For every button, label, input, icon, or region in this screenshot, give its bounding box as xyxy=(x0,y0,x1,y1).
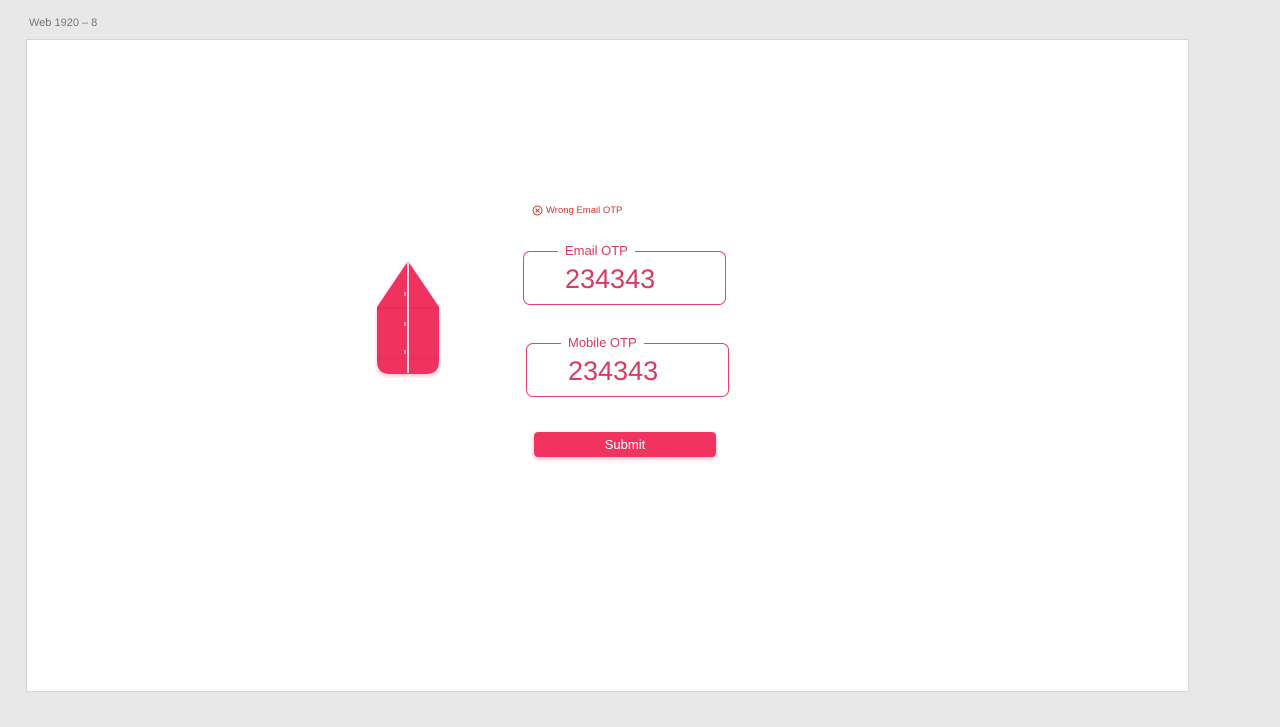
error-message-text: Wrong Email OTP xyxy=(546,205,623,216)
email-otp-label: Email OTP xyxy=(558,243,635,259)
mobile-otp-input[interactable]: 234343 xyxy=(568,355,658,387)
email-otp-field[interactable]: Email OTP 234343 xyxy=(523,243,726,305)
mobile-otp-label: Mobile OTP xyxy=(561,335,644,351)
mobile-otp-field[interactable]: Mobile OTP 234343 xyxy=(526,335,729,397)
error-circle-x-icon xyxy=(532,205,543,216)
email-otp-input[interactable]: 234343 xyxy=(565,263,655,295)
pencil-logo-icon xyxy=(375,260,441,378)
error-message: Wrong Email OTP xyxy=(532,205,622,216)
submit-button[interactable]: Submit xyxy=(534,432,716,457)
artboard-label: Web 1920 – 8 xyxy=(29,17,98,29)
